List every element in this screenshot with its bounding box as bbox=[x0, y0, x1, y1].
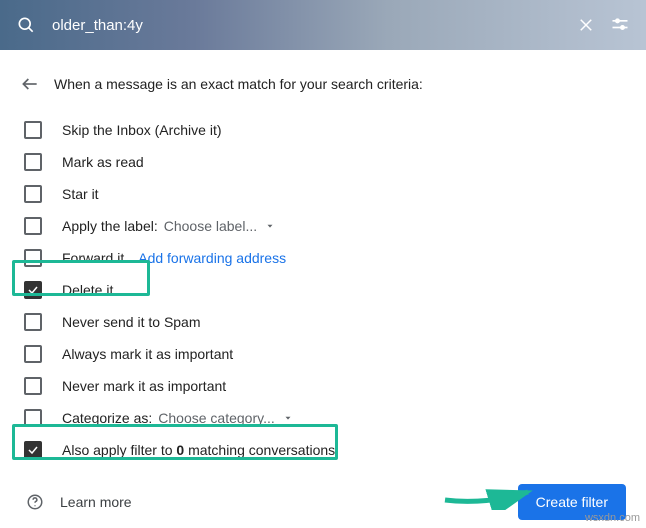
option-forward-it: Forward it Add forwarding address bbox=[16, 242, 630, 274]
filter-panel: When a message is an exact match for you… bbox=[0, 50, 646, 466]
label-star-it: Star it bbox=[62, 186, 99, 202]
checkbox-forward-it[interactable] bbox=[24, 249, 42, 267]
dropdown-choose-category[interactable]: Choose category... bbox=[158, 410, 292, 426]
search-icon[interactable] bbox=[14, 13, 38, 37]
checkbox-also-apply[interactable] bbox=[24, 441, 42, 459]
checkbox-skip-inbox[interactable] bbox=[24, 121, 42, 139]
also-apply-suffix: matching conversations. bbox=[184, 442, 339, 458]
option-apply-label: Apply the label: Choose label... bbox=[16, 210, 630, 242]
label-delete-it: Delete it bbox=[62, 282, 113, 298]
checkbox-star-it[interactable] bbox=[24, 185, 42, 203]
checkbox-apply-label[interactable] bbox=[24, 217, 42, 235]
filter-options-icon[interactable] bbox=[608, 13, 632, 37]
option-skip-inbox: Skip the Inbox (Archive it) bbox=[16, 114, 630, 146]
checkbox-delete-it[interactable] bbox=[24, 281, 42, 299]
watermark: wsxdn.com bbox=[585, 512, 640, 524]
checkbox-mark-read[interactable] bbox=[24, 153, 42, 171]
header-text: When a message is an exact match for you… bbox=[54, 76, 423, 92]
label-never-important: Never mark it as important bbox=[62, 378, 226, 394]
chevron-down-icon bbox=[265, 218, 275, 234]
search-bar: older_than:4y bbox=[0, 0, 646, 50]
option-never-spam: Never send it to Spam bbox=[16, 306, 630, 338]
search-query[interactable]: older_than:4y bbox=[52, 17, 564, 34]
footer: Learn more Create filter bbox=[0, 466, 646, 520]
dropdown-category-text: Choose category... bbox=[158, 410, 274, 426]
option-also-apply: Also apply filter to 0 matching conversa… bbox=[16, 434, 630, 466]
checkbox-never-spam[interactable] bbox=[24, 313, 42, 331]
option-categorize: Categorize as: Choose category... bbox=[16, 402, 630, 434]
checkbox-categorize[interactable] bbox=[24, 409, 42, 427]
back-icon[interactable] bbox=[16, 70, 44, 98]
option-delete-it: Delete it bbox=[16, 274, 630, 306]
label-categorize: Categorize as: bbox=[62, 410, 152, 426]
clear-icon[interactable] bbox=[574, 13, 598, 37]
filter-header: When a message is an exact match for you… bbox=[16, 70, 630, 98]
also-apply-prefix: Also apply filter to bbox=[62, 442, 176, 458]
label-apply-label: Apply the label: bbox=[62, 218, 158, 234]
label-skip-inbox: Skip the Inbox (Archive it) bbox=[62, 122, 222, 138]
link-add-forwarding[interactable]: Add forwarding address bbox=[138, 250, 286, 266]
label-also-apply: Also apply filter to 0 matching conversa… bbox=[62, 442, 339, 458]
chevron-down-icon bbox=[283, 410, 293, 426]
label-mark-read: Mark as read bbox=[62, 154, 144, 170]
label-never-spam: Never send it to Spam bbox=[62, 314, 201, 330]
checkbox-never-important[interactable] bbox=[24, 377, 42, 395]
label-always-important: Always mark it as important bbox=[62, 346, 233, 362]
option-always-important: Always mark it as important bbox=[16, 338, 630, 370]
dropdown-choose-label[interactable]: Choose label... bbox=[164, 218, 275, 234]
help-icon[interactable] bbox=[24, 491, 46, 513]
checkbox-always-important[interactable] bbox=[24, 345, 42, 363]
label-forward-it: Forward it bbox=[62, 250, 124, 266]
link-learn-more[interactable]: Learn more bbox=[60, 494, 132, 510]
option-star-it: Star it bbox=[16, 178, 630, 210]
dropdown-label-text: Choose label... bbox=[164, 218, 257, 234]
option-never-important: Never mark it as important bbox=[16, 370, 630, 402]
option-mark-read: Mark as read bbox=[16, 146, 630, 178]
